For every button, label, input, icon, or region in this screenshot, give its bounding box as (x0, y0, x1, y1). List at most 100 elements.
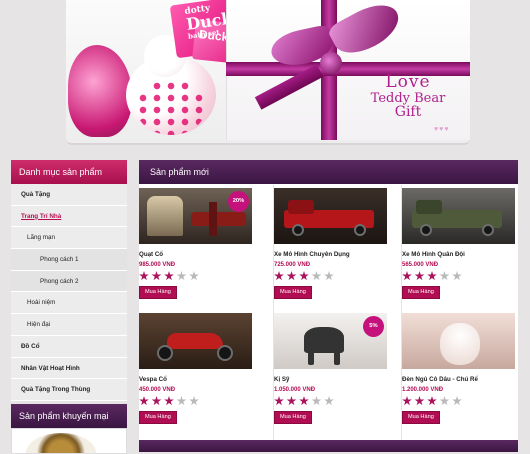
star-icon[interactable] (439, 271, 450, 281)
star-icon[interactable] (439, 396, 450, 406)
star-icon[interactable] (189, 396, 199, 406)
wheel (482, 224, 494, 236)
star-icon[interactable] (164, 396, 174, 406)
star-icon[interactable] (274, 396, 284, 406)
product-card: Xe Mô Hình Chuyên Dụng 725.000 VNĐ Mua Hàn… (274, 188, 390, 299)
star-icon[interactable] (427, 396, 437, 406)
gift-title-line-2: Teddy Bear (370, 90, 446, 106)
discount-badge: 5% (363, 316, 384, 337)
star-icon[interactable] (452, 271, 462, 281)
star-icon[interactable] (176, 396, 187, 406)
buy-button[interactable]: Mua Hàng (402, 286, 440, 299)
buy-button[interactable]: Mua Hàng (274, 286, 312, 299)
hero-banner: dotty Ducky bath set Ducky Love Teddy Be… (66, 0, 470, 145)
sidebar-item[interactable]: Phong cách 2 (11, 270, 127, 293)
buy-button[interactable]: Mua Hàng (274, 411, 312, 424)
sidebar-item[interactable]: Quà Tặng (11, 184, 127, 206)
product-name[interactable]: Đèn Ngủ Cô Dâu - Chú Rể (402, 376, 518, 383)
product-card: 20% Quạt Cổ 985.000 VNĐ Mua Hàng (139, 188, 255, 299)
category-sidebar: Danh mục sản phẩm Quà Tặng Trang Trí Nhà L… (11, 160, 127, 454)
star-icon[interactable] (311, 396, 322, 406)
product-image[interactable] (274, 188, 387, 244)
sidebar-item[interactable]: Nhân Vật Hoạt Hình (11, 357, 127, 380)
star-icon[interactable] (286, 271, 297, 281)
moto-body (167, 333, 223, 349)
wheel (420, 224, 432, 236)
buy-button[interactable]: Mua Hàng (139, 286, 177, 299)
star-icon[interactable] (176, 271, 187, 281)
rating-stars[interactable] (139, 396, 255, 407)
new-products-panel: Sản phẩm mới 20% Quạt Cổ 985.000 VNĐ Mua Hà… (139, 160, 518, 450)
product-image[interactable] (139, 313, 252, 369)
gift-title-line-1: Love (385, 72, 431, 92)
rating-stars[interactable] (402, 271, 518, 282)
product-name[interactable]: Kị Sỹ (274, 376, 390, 383)
rating-stars[interactable] (274, 271, 390, 282)
product-name[interactable]: Xe Mô Hình Chuyên Dụng (274, 251, 390, 258)
buy-button[interactable]: Mua Hàng (402, 411, 440, 424)
product-price: 725.000 VNĐ (274, 262, 311, 268)
star-icon[interactable] (151, 271, 162, 281)
star-icon[interactable] (324, 271, 334, 281)
knight-statue (304, 327, 344, 353)
wheel (354, 224, 366, 236)
product-price: 565.000 VNĐ (402, 262, 439, 268)
sidebar-item[interactable]: Trang Trí Nhà (11, 205, 127, 228)
star-icon[interactable] (414, 396, 425, 406)
rating-stars[interactable] (139, 271, 255, 282)
product-card: Vespa Cổ 450.000 VNĐ Mua Hàng (139, 313, 255, 424)
sidebar-item[interactable]: Phong cách 1 (11, 249, 127, 271)
star-icon[interactable] (402, 396, 412, 406)
horse-leg (308, 351, 314, 365)
product-price: 985.000 VNĐ (139, 262, 176, 268)
promo-title: Sản phẩm khuyến mại (11, 403, 127, 428)
star-icon[interactable] (427, 271, 437, 281)
discount-badge: 20% (228, 191, 249, 212)
star-icon[interactable] (151, 396, 162, 406)
star-icon[interactable] (414, 271, 425, 281)
sidebar-item[interactable]: Quà Tặng Trong Thùng (11, 379, 127, 401)
gift-title-line-3: Gift (394, 104, 422, 121)
gift-title: Love Teddy Bear Gift (348, 72, 468, 121)
product-price: 450.000 VNĐ (139, 387, 176, 393)
star-icon[interactable] (299, 271, 309, 281)
star-icon[interactable] (324, 396, 334, 406)
star-icon[interactable] (299, 396, 309, 406)
plane-wing (209, 202, 217, 236)
star-icon[interactable] (189, 271, 199, 281)
product-price: 1.050.000 VNĐ (274, 387, 316, 393)
star-icon[interactable] (139, 396, 149, 406)
product-image[interactable]: 5% (274, 313, 387, 369)
star-icon[interactable] (164, 271, 174, 281)
horse-leg (334, 351, 340, 365)
product-name[interactable]: Xe Mô Hình Quân Đội (402, 251, 518, 258)
buy-button[interactable]: Mua Hàng (139, 411, 177, 424)
product-image[interactable] (402, 313, 515, 369)
sidebar-item[interactable]: Đồ Cổ (11, 335, 127, 358)
bow-knot (320, 52, 342, 74)
rating-stars[interactable] (402, 396, 518, 407)
plane-body (191, 212, 246, 226)
star-icon[interactable] (274, 271, 284, 281)
sidebar-item[interactable]: Hoài niệm (11, 292, 127, 315)
product-price: 1.200.000 VNĐ (402, 387, 444, 393)
product-name[interactable]: Quạt Cổ (139, 251, 255, 258)
product-image[interactable]: 20% (139, 188, 252, 244)
star-icon[interactable] (311, 271, 322, 281)
star-icon[interactable] (286, 396, 297, 406)
star-icon[interactable] (139, 271, 149, 281)
hearts-decoration: ♥♥♥ (434, 126, 450, 133)
sidebar-item[interactable]: Lãng mạn (11, 227, 127, 250)
product-image[interactable] (402, 188, 515, 244)
truck-cab (416, 200, 442, 214)
product-name[interactable]: Vespa Cổ (139, 376, 255, 383)
promo-clock-image (26, 432, 96, 453)
product-card: 5% Kị Sỹ 1.050.000 VNĐ Mua Hàng (274, 313, 390, 424)
star-icon[interactable] (452, 396, 462, 406)
star-icon[interactable] (402, 271, 412, 281)
category-title: Danh mục sản phẩm (11, 160, 127, 184)
rating-stars[interactable] (274, 396, 390, 407)
duck-dots-pattern (136, 80, 206, 135)
glass-duck-image (68, 45, 132, 137)
sidebar-item[interactable]: Hiện đại (11, 314, 127, 336)
